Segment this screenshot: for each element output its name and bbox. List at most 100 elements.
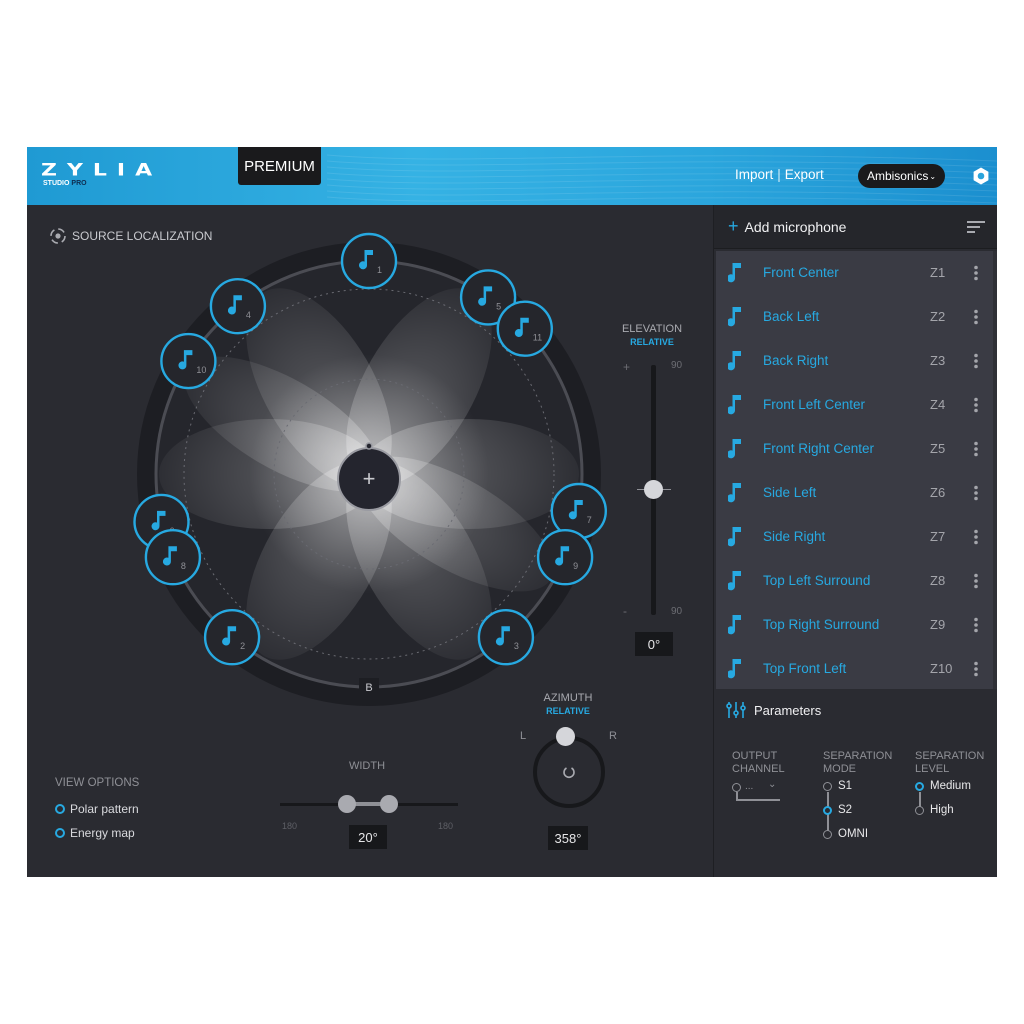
- music-note-icon: [728, 527, 741, 547]
- microphone-row[interactable]: Top Right Surround Z9: [716, 603, 993, 647]
- sound-source-marker[interactable]: 9: [536, 529, 594, 586]
- microphone-name[interactable]: Top Left Surround: [763, 573, 870, 588]
- view-option-polar-pattern[interactable]: Polar pattern: [55, 802, 139, 816]
- azimuth-title: AZIMUTH: [543, 692, 593, 704]
- microphone-zone: Z3: [930, 353, 946, 368]
- microphone-row[interactable]: Front Left Center Z4: [716, 383, 993, 427]
- source-number: 8: [181, 561, 186, 571]
- output-mode-select[interactable]: Ambisonics ⌄: [858, 164, 945, 188]
- azimuth-dial-thumb[interactable]: [556, 727, 575, 746]
- elevation-mode[interactable]: RELATIVE: [617, 337, 687, 347]
- microphone-name[interactable]: Back Left: [763, 309, 819, 324]
- separation-level-high[interactable]: High: [915, 804, 954, 816]
- more-vertical-icon[interactable]: [970, 309, 982, 325]
- microphone-name[interactable]: Front Left Center: [763, 397, 865, 412]
- sound-source-marker[interactable]: 1: [340, 232, 398, 290]
- output-channel-select[interactable]: ... ⌄: [732, 779, 780, 801]
- source-number: 7: [587, 515, 592, 525]
- microphone-name[interactable]: Front Right Center: [763, 441, 874, 456]
- source-ring: [536, 529, 594, 586]
- more-vertical-icon[interactable]: [970, 573, 982, 589]
- music-note-icon: [728, 483, 741, 503]
- separation-level-medium[interactable]: Medium: [915, 780, 971, 792]
- more-vertical-icon[interactable]: [970, 485, 982, 501]
- microphone-zone: Z4: [930, 397, 946, 412]
- microphone-name[interactable]: Side Left: [763, 485, 816, 500]
- source-number: 2: [240, 641, 245, 651]
- microphone-name[interactable]: Back Right: [763, 353, 828, 368]
- polar-stage[interactable]: B + 1410511678923: [127, 232, 611, 716]
- parameters-title: Parameters: [754, 702, 822, 718]
- title-line: CHANNEL: [732, 763, 785, 775]
- width-value[interactable]: 20°: [349, 825, 387, 849]
- more-vertical-icon[interactable]: [970, 661, 982, 677]
- microphone-row[interactable]: Back Right Z3: [716, 339, 993, 383]
- plus-icon[interactable]: +: [728, 216, 739, 237]
- more-vertical-icon[interactable]: [970, 353, 982, 369]
- azimuth-mode[interactable]: RELATIVE: [533, 706, 603, 716]
- source-ring: [160, 332, 217, 390]
- listener-orientation-handle[interactable]: [365, 442, 373, 450]
- microphone-name[interactable]: Front Center: [763, 265, 839, 280]
- logo-sub-pro: PRO: [71, 180, 87, 187]
- width-slider-thumb-left[interactable]: [338, 795, 356, 813]
- sound-source-marker[interactable]: 2: [203, 609, 261, 666]
- more-vertical-icon[interactable]: [970, 617, 982, 633]
- sound-source-marker[interactable]: 10: [160, 332, 217, 390]
- microphone-row[interactable]: Side Left Z6: [716, 471, 993, 515]
- sound-source-marker[interactable]: 8: [144, 529, 202, 586]
- more-vertical-icon[interactable]: [970, 529, 982, 545]
- source-number: 11: [533, 333, 542, 343]
- width-min-label: 180: [282, 821, 298, 831]
- microphone-name[interactable]: Side Right: [763, 529, 825, 544]
- sort-icon[interactable]: [967, 220, 985, 234]
- zylia-studio-window: ZYLIA STUDIO PRO PREMIUM Import | Export A…: [27, 147, 997, 877]
- width-slider-thumb-right[interactable]: [380, 795, 398, 813]
- chevron-down-icon: ⌄: [768, 779, 777, 790]
- microphone-list-scrollbar[interactable]: [993, 251, 997, 689]
- radio-icon-selected: [915, 781, 924, 791]
- chevron-down-icon: ⌄: [929, 171, 937, 181]
- add-microphone-button[interactable]: Add microphone: [745, 219, 847, 235]
- sound-source-marker[interactable]: 4: [209, 277, 267, 335]
- source-ring: [203, 609, 261, 666]
- music-note-icon: [728, 439, 741, 459]
- rotate-icon: [563, 767, 575, 779]
- add-microphone-bar: + Add microphone: [714, 205, 997, 249]
- view-option-energy-map[interactable]: Energy map: [55, 826, 135, 840]
- microphone-row[interactable]: Front Right Center Z5: [716, 427, 993, 471]
- source-ring: [144, 529, 202, 586]
- microphone-row[interactable]: Top Left Surround Z8: [716, 559, 993, 603]
- azimuth-right-label: R: [609, 730, 617, 742]
- microphone-row[interactable]: Top Front Left Z10: [716, 647, 993, 691]
- microphone-row[interactable]: Back Left Z2: [716, 295, 993, 339]
- separation-mode-title: SEPARATION MODE: [823, 750, 892, 776]
- elevation-value[interactable]: 0°: [635, 632, 673, 656]
- microphone-zone: Z8: [930, 573, 946, 588]
- microphone-row[interactable]: Side Right Z7: [716, 515, 993, 559]
- export-link[interactable]: Export: [785, 167, 824, 182]
- import-link[interactable]: Import: [735, 167, 773, 182]
- microphone-name[interactable]: Top Front Left: [763, 661, 846, 676]
- source-number: 5: [496, 301, 501, 311]
- radio-icon: [55, 804, 65, 814]
- elevation-max-label: 90: [671, 360, 683, 371]
- more-vertical-icon[interactable]: [970, 265, 982, 281]
- separation-mode-omni[interactable]: OMNI: [823, 828, 868, 840]
- more-vertical-icon[interactable]: [970, 397, 982, 413]
- gear-icon[interactable]: [971, 166, 991, 186]
- sound-source-marker[interactable]: 3: [477, 609, 535, 666]
- target-icon: [50, 228, 66, 244]
- azimuth-value[interactable]: 358°: [548, 826, 588, 850]
- sound-source-marker[interactable]: 11: [496, 300, 553, 357]
- radio-icon: [915, 805, 924, 815]
- elevation-slider-thumb[interactable]: [644, 480, 663, 499]
- title-line: MODE: [823, 763, 856, 775]
- sliders-icon: [726, 702, 746, 718]
- microphone-name[interactable]: Top Right Surround: [763, 617, 879, 632]
- separation-mode-s2[interactable]: S2: [823, 804, 852, 816]
- microphone-row[interactable]: Front Center Z1: [716, 251, 993, 295]
- separation-mode-s1[interactable]: S1: [823, 780, 852, 792]
- more-vertical-icon[interactable]: [970, 441, 982, 457]
- microphone-zone: Z7: [930, 529, 946, 544]
